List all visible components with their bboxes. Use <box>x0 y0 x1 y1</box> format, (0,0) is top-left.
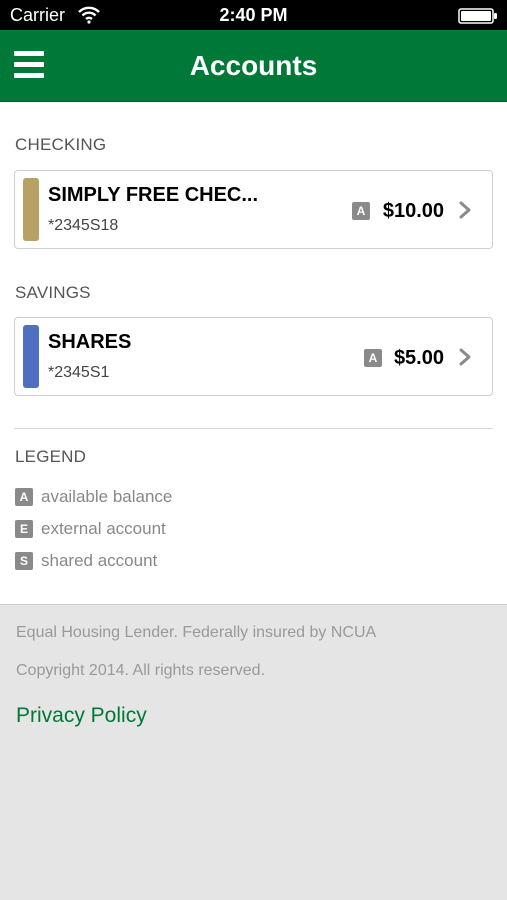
privacy-policy-link[interactable]: Privacy Policy <box>16 704 147 728</box>
status-time: 2:40 PM <box>219 5 288 25</box>
section-label-legend: LEGEND <box>15 447 87 466</box>
legend-badge: E <box>15 520 33 538</box>
legend-badge: A <box>15 488 33 506</box>
chevron-right-icon <box>459 348 471 366</box>
account-name: SHARES <box>48 331 132 353</box>
available-balance-badge: A <box>364 349 382 367</box>
legend-text: shared account <box>41 551 158 570</box>
page-title: Accounts <box>189 50 318 81</box>
account-number: *2345S18 <box>48 217 119 234</box>
account-color-swatch <box>23 178 39 241</box>
battery-icon <box>458 8 497 24</box>
legend-badge: S <box>15 552 33 570</box>
account-balance: $10.00 <box>382 200 444 222</box>
footer: Equal Housing Lender. Federally insured … <box>0 604 507 900</box>
section-label-savings: SAVINGS <box>15 283 91 302</box>
footer-copyright: Copyright 2014. All rights reserved. <box>16 662 266 679</box>
legend-text: external account <box>41 519 166 538</box>
account-color-swatch <box>23 325 39 388</box>
nav-bar: Accounts <box>0 30 507 102</box>
account-card-savings[interactable]: SHARES *2345S1 A $5.00 <box>14 317 493 396</box>
footer-disclaimer: Equal Housing Lender. Federally insured … <box>16 624 377 641</box>
account-name: SIMPLY FREE CHEC... <box>48 184 259 206</box>
account-card-checking[interactable]: SIMPLY FREE CHEC... *2345S18 A $10.00 <box>14 170 493 249</box>
chevron-right-icon <box>459 201 471 219</box>
available-balance-badge: A <box>352 202 370 220</box>
status-bar: Carrier 2:40 PM <box>0 0 507 30</box>
section-label-checking: CHECKING <box>15 135 107 154</box>
legend-text: available balance <box>41 487 173 506</box>
account-balance: $5.00 <box>393 347 444 369</box>
account-number: *2345S1 <box>48 364 110 381</box>
divider <box>14 428 493 429</box>
